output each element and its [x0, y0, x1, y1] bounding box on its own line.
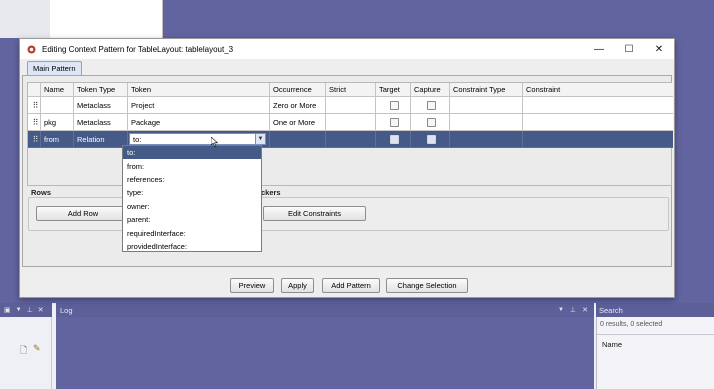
tab-bar: Main Pattern — [27, 61, 82, 75]
dropdown-option[interactable]: requiredInterface: — [123, 226, 261, 239]
constraint-type-cell[interactable] — [450, 97, 523, 114]
column-header[interactable]: Capture — [411, 83, 450, 97]
new-item-icon[interactable]: 🗋 — [20, 343, 27, 359]
capture-checkbox[interactable] — [427, 134, 436, 144]
close-icon[interactable]: ✕ — [582, 306, 588, 314]
log-title: Log — [60, 305, 73, 315]
preview-button[interactable]: Preview — [230, 278, 274, 293]
token-cell[interactable]: Project — [128, 97, 270, 114]
capture-checkbox[interactable] — [427, 117, 436, 127]
search-pane-header: Search — [596, 303, 714, 317]
search-status: 0 results, 0 selected — [600, 321, 663, 328]
search-pane: 0 results, 0 selected Name — [596, 317, 714, 389]
search-title: Search — [599, 305, 623, 315]
occurrence-cell[interactable]: Zero or More — [270, 97, 326, 114]
apply-button[interactable]: Apply — [281, 278, 314, 293]
change-selection-button[interactable]: Change Selection — [386, 278, 468, 293]
drag-handle-icon[interactable]: ⠿ — [33, 135, 39, 144]
dropdown-option[interactable]: owner: — [123, 200, 261, 213]
app-icon — [27, 45, 36, 53]
drag-handle-icon[interactable]: ⠿ — [33, 101, 39, 110]
target-checkbox[interactable] — [390, 117, 399, 127]
name-cell[interactable]: from — [41, 131, 74, 148]
dropdown-option[interactable]: parent: — [123, 213, 261, 226]
dialog-titlebar: Editing Context Pattern for TableLayout:… — [20, 39, 674, 59]
dropdown-option[interactable]: providedInterface: — [123, 240, 261, 253]
name-cell[interactable]: pkg — [41, 114, 74, 131]
constraint-type-cell[interactable] — [450, 114, 523, 131]
name-cell[interactable] — [41, 97, 74, 114]
column-header[interactable]: Occurrence — [270, 83, 326, 97]
name-column-header[interactable]: Name — [597, 335, 714, 354]
constraint-cell[interactable] — [523, 131, 673, 148]
occurrence-cell[interactable] — [270, 131, 326, 148]
column-header[interactable]: Target — [376, 83, 411, 97]
minimize-button[interactable]: — — [584, 39, 614, 59]
target-checkbox[interactable] — [390, 134, 399, 144]
log-content — [56, 317, 594, 389]
target-checkbox[interactable] — [390, 100, 399, 110]
pin-icon[interactable]: ⊥ — [27, 306, 33, 314]
maximize-button[interactable]: ☐ — [614, 39, 644, 59]
background-panel — [50, 0, 163, 38]
rows-panel-label: Rows — [31, 188, 52, 197]
strict-cell[interactable] — [326, 131, 376, 148]
constraint-cell[interactable] — [523, 114, 673, 131]
context-pattern-dialog: Editing Context Pattern for TableLayout:… — [19, 38, 675, 298]
background-strip — [0, 0, 50, 38]
pane-menu-icon[interactable]: ▣ — [4, 306, 11, 314]
dropdown-option[interactable]: references: — [123, 173, 261, 186]
table-header: Name Token Type Token Occurrence Strict … — [28, 83, 673, 97]
token-type-cell[interactable]: Relation — [74, 131, 128, 148]
left-pane-header: ▣ ▼ ⊥ ✕ — [0, 303, 52, 317]
dialog-title: Editing Context Pattern for TableLayout:… — [42, 44, 234, 54]
constraint-cell[interactable] — [523, 97, 673, 114]
dropdown-icon[interactable]: ▼ — [16, 307, 22, 313]
token-cell[interactable]: Package — [128, 114, 270, 131]
close-button[interactable]: ✕ — [644, 39, 674, 59]
token-dropdown-list: to: from: references: type: owner: paren… — [122, 145, 262, 252]
constraint-type-cell[interactable] — [450, 131, 523, 148]
token-type-cell[interactable]: Metaclass — [74, 114, 128, 131]
background-area — [163, 0, 714, 38]
column-header[interactable]: Token — [128, 83, 270, 97]
edit-constraints-button[interactable]: Edit Constraints — [263, 206, 366, 221]
add-pattern-button[interactable]: Add Pattern — [322, 278, 380, 293]
main-pattern-panel: Name Token Type Token Occurrence Strict … — [22, 75, 673, 267]
drag-handle-icon[interactable]: ⠿ — [33, 118, 39, 127]
table-row[interactable]: ⠿ Metaclass Project Zero or More — [28, 97, 673, 114]
mouse-cursor-icon — [211, 137, 219, 147]
close-icon[interactable]: ✕ — [38, 306, 44, 314]
combobox-value: to: — [133, 134, 142, 144]
strict-cell[interactable] — [326, 97, 376, 114]
pin-icon[interactable]: ⊥ — [570, 306, 576, 314]
dropdown-option[interactable]: from: — [123, 159, 261, 172]
column-header[interactable]: Strict — [326, 83, 376, 97]
tab-main-pattern[interactable]: Main Pattern — [27, 61, 82, 75]
column-header[interactable]: Name — [41, 83, 74, 97]
edit-icon[interactable]: ✎ — [33, 343, 41, 354]
column-header[interactable]: Token Type — [74, 83, 128, 97]
token-type-cell[interactable]: Metaclass — [74, 97, 128, 114]
table-row[interactable]: ⠿ pkg Metaclass Package One or More — [28, 114, 673, 131]
add-row-button[interactable]: Add Row — [36, 206, 130, 221]
capture-checkbox[interactable] — [427, 100, 436, 110]
dropdown-option[interactable]: type: — [123, 186, 261, 199]
checkers-panel-label: ckers — [261, 188, 281, 197]
strict-cell[interactable] — [326, 114, 376, 131]
chevron-down-icon[interactable]: ▼ — [255, 134, 265, 144]
dropdown-option[interactable]: to: — [123, 146, 261, 160]
column-header[interactable]: Constraint Type — [450, 83, 523, 97]
log-pane-header: Log ▼ ⊥ ✕ — [56, 303, 594, 317]
occurrence-cell[interactable]: One or More — [270, 114, 326, 131]
column-header[interactable]: Constraint — [523, 83, 673, 97]
token-combobox[interactable]: to: ▼ — [129, 133, 266, 145]
left-pane: 🗋 ✎ — [0, 317, 52, 389]
dropdown-icon[interactable]: ▼ — [558, 307, 564, 313]
